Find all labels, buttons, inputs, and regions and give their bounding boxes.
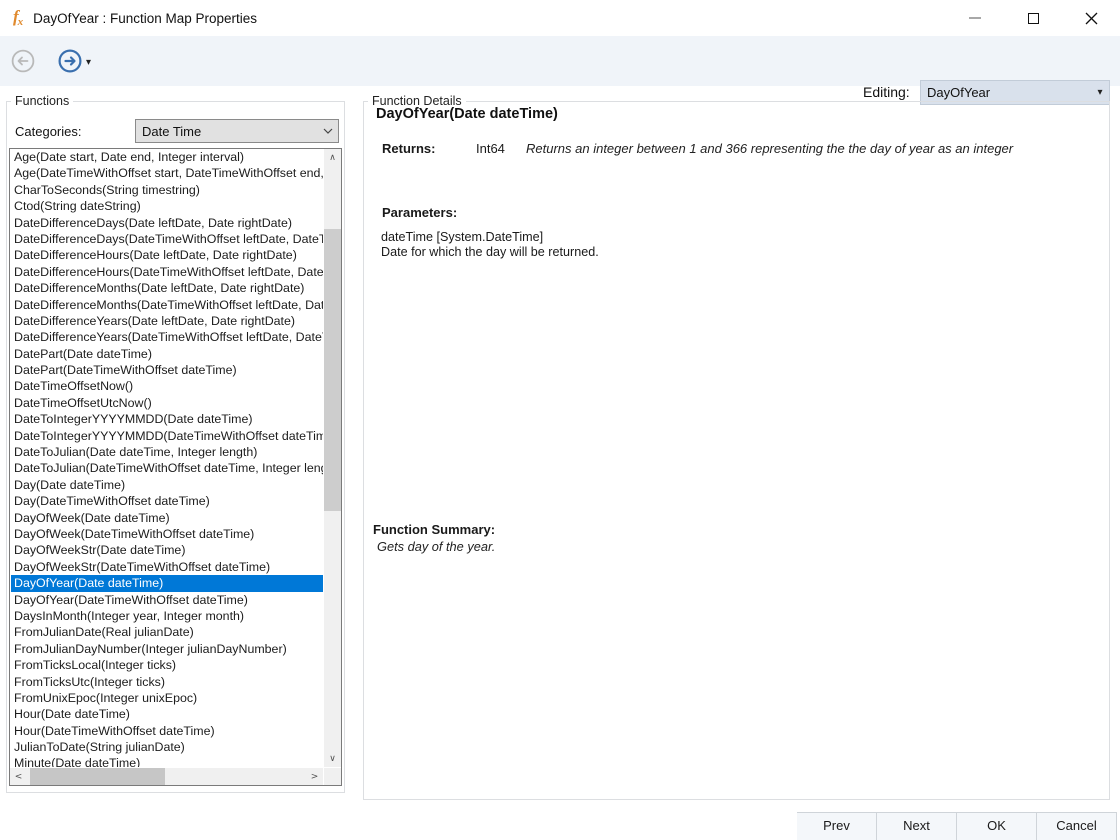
- window-controls: [946, 0, 1120, 36]
- function-details-groupbox: Function Details DayOfYear(Date dateTime…: [363, 94, 1110, 800]
- function-list-item[interactable]: DateDifferenceYears(DateTimeWithOffset l…: [11, 329, 323, 345]
- functions-group-label: Functions: [11, 94, 74, 108]
- function-summary-label: Function Summary:: [373, 522, 496, 537]
- function-list-item[interactable]: DateDifferenceHours(DateTimeWithOffset l…: [11, 264, 323, 280]
- function-list-item[interactable]: DatePart(Date dateTime): [11, 346, 323, 362]
- function-list-item[interactable]: DateToIntegerYYYYMMDD(Date dateTime): [11, 411, 323, 427]
- minimize-button[interactable]: [946, 0, 1004, 36]
- function-list-item[interactable]: DayOfYear(DateTimeWithOffset dateTime): [11, 592, 323, 608]
- forward-arrow-icon: [58, 49, 82, 73]
- function-list-item[interactable]: DayOfWeekStr(DateTimeWithOffset dateTime…: [11, 559, 323, 575]
- prev-button[interactable]: Prev: [797, 812, 877, 840]
- function-list-item[interactable]: DayOfWeek(DateTimeWithOffset dateTime): [11, 526, 323, 542]
- maximize-button[interactable]: [1004, 0, 1062, 36]
- function-list-item[interactable]: DateToIntegerYYYYMMDD(DateTimeWithOffset…: [11, 428, 323, 444]
- cancel-button[interactable]: Cancel: [1037, 812, 1117, 840]
- function-list-item[interactable]: DateDifferenceMonths(Date leftDate, Date…: [11, 280, 323, 296]
- function-list[interactable]: Age(Date start, Date end, Integer interv…: [11, 149, 323, 767]
- function-list-item[interactable]: DayOfWeekStr(Date dateTime): [11, 542, 323, 558]
- function-list-item[interactable]: FromTicksLocal(Integer ticks): [11, 657, 323, 673]
- function-list-item[interactable]: FromJulianDayNumber(Integer julianDayNum…: [11, 641, 323, 657]
- function-list-item[interactable]: DayOfYear(Date dateTime): [11, 575, 323, 592]
- function-list-item[interactable]: Ctod(String dateString): [11, 198, 323, 214]
- parameter-description: Date for which the day will be returned.: [381, 245, 599, 259]
- function-list-item[interactable]: DateDifferenceDays(Date leftDate, Date r…: [11, 215, 323, 231]
- function-summary-text: Gets day of the year.: [377, 539, 496, 554]
- back-arrow-icon: [11, 49, 35, 73]
- function-list-item[interactable]: JulianToDate(String julianDate): [11, 739, 323, 755]
- function-list-item[interactable]: DateDifferenceDays(DateTimeWithOffset le…: [11, 231, 323, 247]
- function-list-item[interactable]: CharToSeconds(String timestring): [11, 182, 323, 198]
- editing-label: Editing:: [863, 84, 910, 100]
- returns-label: Returns:: [382, 141, 436, 156]
- function-list-item[interactable]: DaysInMonth(Integer year, Integer month): [11, 608, 323, 624]
- title-bar: fx DayOfYear : Function Map Properties: [0, 0, 1120, 36]
- categories-combobox-value: Date Time: [142, 123, 202, 139]
- function-list-item[interactable]: DateTimeOffsetNow(): [11, 378, 323, 394]
- scrollbar-corner: [324, 768, 341, 785]
- function-list-item[interactable]: Day(DateTimeWithOffset dateTime): [11, 493, 323, 509]
- function-list-item[interactable]: DatePart(DateTimeWithOffset dateTime): [11, 362, 323, 378]
- close-button[interactable]: [1062, 0, 1120, 36]
- vertical-scrollbar-thumb[interactable]: [324, 229, 341, 511]
- parameter-name: dateTime [System.DateTime]: [381, 230, 544, 244]
- function-list-item[interactable]: Hour(Date dateTime): [11, 706, 323, 722]
- forward-button[interactable]: [58, 49, 82, 73]
- function-signature-heading: DayOfYear(Date dateTime): [376, 106, 558, 122]
- function-list-item[interactable]: DateDifferenceHours(Date leftDate, Date …: [11, 247, 323, 263]
- vertical-scrollbar[interactable]: ∧ ∨: [324, 149, 341, 767]
- categories-combobox[interactable]: Date Time: [135, 119, 339, 143]
- returns-description: Returns an integer between 1 and 366 rep…: [526, 141, 1014, 156]
- horizontal-scrollbar[interactable]: < >: [10, 768, 323, 785]
- navigation-toolbar: ▾ Editing: DayOfYear ▾: [0, 36, 1120, 105]
- functions-groupbox: Functions Categories: Date Time Age(Date…: [6, 94, 345, 793]
- minimize-icon: [969, 17, 981, 19]
- function-list-item[interactable]: DateTimeOffsetUtcNow(): [11, 395, 323, 411]
- next-button[interactable]: Next: [877, 812, 957, 840]
- maximize-icon: [1027, 12, 1039, 24]
- function-map-properties-dialog: fx DayOfYear : Function Map Properties ▾…: [0, 0, 1120, 840]
- scroll-left-icon[interactable]: <: [10, 768, 27, 785]
- function-list-item[interactable]: FromUnixEpoc(Integer unixEpoc): [11, 690, 323, 706]
- function-list-item[interactable]: DayOfWeek(Date dateTime): [11, 510, 323, 526]
- parameters-label: Parameters:: [382, 205, 458, 220]
- function-list-item[interactable]: DateToJulian(Date dateTime, Integer leng…: [11, 444, 323, 460]
- function-list-item[interactable]: DateDifferenceMonths(DateTimeWithOffset …: [11, 297, 323, 313]
- back-button[interactable]: [11, 49, 35, 73]
- horizontal-scrollbar-thumb[interactable]: [30, 768, 165, 785]
- function-list-item[interactable]: Hour(DateTimeWithOffset dateTime): [11, 723, 323, 739]
- forward-dropdown-caret[interactable]: ▾: [86, 58, 91, 68]
- close-icon: [1085, 12, 1097, 24]
- ok-button[interactable]: OK: [957, 812, 1037, 840]
- scroll-up-icon[interactable]: ∧: [324, 149, 341, 166]
- categories-combobox-chevron-icon: [318, 128, 338, 134]
- scroll-right-icon[interactable]: >: [306, 768, 323, 785]
- function-list-item[interactable]: Age(DateTimeWithOffset start, DateTimeWi…: [11, 165, 323, 181]
- window-title: DayOfYear : Function Map Properties: [33, 10, 258, 26]
- function-list-item[interactable]: Age(Date start, Date end, Integer interv…: [11, 149, 323, 165]
- function-list-item[interactable]: FromTicksUtc(Integer ticks): [11, 674, 323, 690]
- function-list-item[interactable]: DateDifferenceYears(Date leftDate, Date …: [11, 313, 323, 329]
- function-list-item[interactable]: DateToJulian(DateTimeWithOffset dateTime…: [11, 460, 323, 476]
- editing-combobox-caret-icon: ▾: [1097, 87, 1103, 98]
- categories-label: Categories:: [15, 124, 82, 139]
- editing-combobox-value: DayOfYear: [927, 85, 991, 100]
- scroll-down-icon[interactable]: ∨: [324, 750, 341, 767]
- function-listbox: Age(Date start, Date end, Integer interv…: [9, 148, 342, 786]
- function-list-item[interactable]: Minute(Date dateTime): [11, 755, 323, 767]
- dialog-footer: Prev Next OK Cancel: [797, 812, 1117, 840]
- returns-type: Int64: [476, 141, 505, 156]
- function-list-item[interactable]: Day(Date dateTime): [11, 477, 323, 493]
- fx-app-icon: fx: [13, 7, 24, 28]
- function-list-item[interactable]: FromJulianDate(Real julianDate): [11, 624, 323, 640]
